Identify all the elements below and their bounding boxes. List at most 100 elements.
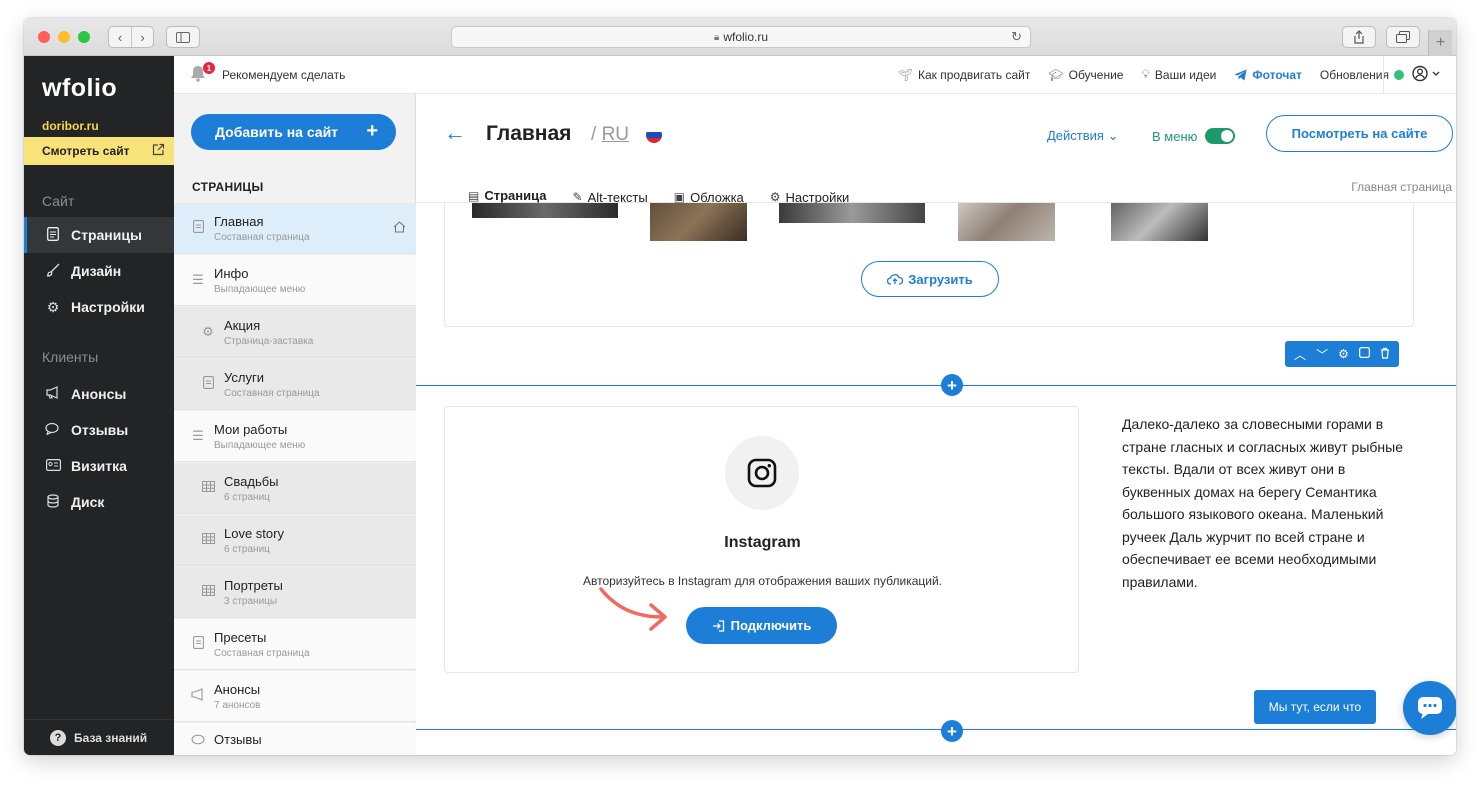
gallery-thumbnail[interactable] [958, 203, 1055, 241]
gallery-thumbnail[interactable] [1111, 203, 1208, 241]
page-item-presets[interactable]: Пресеты Составная страница [174, 619, 416, 670]
promote-link[interactable]: 🌱︎ Как продвигать сайт [898, 68, 1031, 82]
block-toolbar: ︿ ﹀ ⚙︎ [1285, 341, 1399, 367]
page-type-label: Главная страница [1351, 180, 1452, 194]
page-item-my-works[interactable]: ☰ Мои работы Выпадающее меню [174, 411, 416, 462]
address-bar[interactable]: 🔒︎ wfolio.ru ↻ [451, 26, 1031, 48]
divider [1383, 56, 1384, 94]
page-item-subtitle: Страница-заставка [224, 336, 314, 347]
page-item-subtitle: 3 страницы [224, 596, 278, 607]
chevron-up-icon[interactable]: ︿ [1294, 346, 1306, 363]
language-switcher[interactable]: / RU [591, 124, 629, 146]
tab-overview-button[interactable] [1386, 26, 1420, 48]
site-domain[interactable]: doribor.ru [42, 119, 99, 133]
chat-button[interactable] [1403, 681, 1456, 735]
top-links: 🌱︎ Как продвигать сайт 🎓︎ Обучение 💡︎ Ваши … [898, 67, 1404, 82]
forward-arrow-icon[interactable]: › [131, 27, 153, 47]
gear-icon[interactable]: ⚙︎ [1338, 347, 1349, 361]
page-item-subtitle: 6 страниц [224, 492, 270, 503]
gear-icon: ⚙︎ [769, 190, 781, 204]
toggle-switch[interactable] [1205, 128, 1236, 144]
view-site-button[interactable]: Смотреть сайт [24, 137, 174, 165]
back-arrow-icon[interactable]: ‹ [109, 27, 131, 47]
minimize-window-button[interactable] [58, 31, 70, 43]
gallery-thumbnail[interactable] [472, 203, 618, 218]
image-icon: ▣ [673, 190, 686, 204]
sidebar-item-pages[interactable]: Страницы [24, 217, 174, 253]
gear-icon: ⚙︎ [202, 324, 214, 339]
gallery-thumbnail[interactable] [779, 203, 925, 223]
main-sidebar: wfolio doribor.ru Смотреть сайт Сайт Стр… [24, 56, 174, 755]
browser-titlebar: ‹ › 🔒︎ wfolio.ru ↻ + [24, 18, 1456, 56]
page-item-home[interactable]: Главная Составная страница [174, 203, 416, 254]
share-button[interactable] [1342, 26, 1376, 48]
sprout-icon: 🌱︎ [897, 67, 913, 82]
instagram-title: Instagram [724, 534, 801, 551]
sidebar-item-design[interactable]: Дизайн [24, 253, 174, 289]
url-text: wfolio.ru [723, 30, 768, 44]
ideas-link[interactable]: 💡︎ Ваши идеи [1141, 67, 1216, 82]
add-block-button[interactable]: + [941, 374, 963, 396]
view-on-site-button[interactable]: Посмотреть на сайте [1266, 115, 1453, 152]
russia-flag-icon [646, 127, 662, 143]
page-item-services[interactable]: Услуги Составная страница [174, 359, 416, 410]
learning-link[interactable]: 🎓︎ Обучение [1048, 68, 1123, 82]
copy-icon[interactable] [1358, 346, 1370, 361]
menu-icon: ☰ [192, 272, 204, 287]
close-window-button[interactable] [38, 31, 50, 43]
connect-button[interactable]: Подключить [686, 607, 837, 644]
sidebar-item-settings[interactable]: ⚙︎ Настройки [24, 289, 174, 325]
chat-bubbles-icon [44, 422, 62, 438]
add-block-button[interactable]: + [941, 720, 963, 742]
gear-icon: ⚙︎ [46, 298, 60, 315]
sidebar-item-label: Визитка [71, 458, 127, 474]
help-tooltip[interactable]: Мы тут, если что [1254, 690, 1376, 724]
photochat-link[interactable]: Фоточат [1234, 68, 1302, 82]
document-icon: ▤ [468, 188, 480, 203]
graduation-cap-icon: 🎓︎ [1048, 67, 1064, 82]
document-icon [200, 376, 216, 392]
page-item-love-story[interactable]: Love story 6 страниц [174, 515, 416, 566]
page-item-info[interactable]: ☰ Инфо Выпадающее меню [174, 255, 416, 306]
page-item-portraits[interactable]: Портреты 3 страницы [174, 567, 416, 618]
chat-icon [1418, 697, 1442, 719]
login-icon [712, 619, 724, 632]
sidebar-item-disk[interactable]: Диск [24, 484, 174, 520]
page-item-subtitle: Выпадающее меню [214, 440, 306, 451]
reload-icon[interactable]: ↻ [1011, 29, 1022, 45]
text-block[interactable]: Далеко-далеко за словесными горами в стр… [1122, 413, 1412, 593]
lang-separator: / [591, 124, 597, 145]
actions-dropdown[interactable]: Действия ⌄ [1047, 128, 1119, 144]
new-tab-button[interactable]: + [1428, 30, 1452, 56]
trash-icon[interactable] [1380, 347, 1390, 362]
upload-button[interactable]: Загрузить [861, 261, 999, 297]
in-menu-toggle[interactable]: В меню [1152, 128, 1236, 144]
recommend-link[interactable]: Рекомендуем сделать [222, 68, 345, 82]
sidebar-item-reviews[interactable]: Отзывы [24, 412, 174, 448]
page-item-name: Пресеты [214, 630, 267, 645]
menu-icon: ☰ [192, 428, 204, 443]
page-item-reviews[interactable]: Отзывы [174, 723, 416, 755]
chevron-down-icon[interactable]: ﹀ [1316, 346, 1328, 363]
sidebar-item-announcements[interactable]: Анонсы [24, 376, 174, 412]
back-arrow-icon[interactable]: ← [444, 120, 466, 146]
user-menu[interactable] [1412, 65, 1442, 86]
knowledge-base-label: База знаний [74, 730, 148, 745]
zoom-window-button[interactable] [78, 31, 90, 43]
add-to-site-button[interactable]: Добавить на сайт + [191, 114, 396, 150]
knowledge-base-link[interactable]: ? База знаний [24, 719, 174, 755]
page-item-announcements[interactable]: Анонсы 7 анонсов [174, 671, 416, 722]
history-buttons: ‹ › [108, 26, 154, 48]
page-item-promo[interactable]: ⚙︎ Акция Страница-заставка [174, 307, 416, 358]
document-icon [44, 226, 62, 244]
instagram-block: Instagram Авторизуйтесь в Instagram для … [444, 406, 1079, 673]
page-title: Главная [486, 122, 572, 145]
gallery-thumbnail[interactable] [650, 203, 747, 241]
updates-link[interactable]: Обновления [1320, 68, 1404, 82]
sidebar-item-business-card[interactable]: Визитка [24, 448, 174, 484]
id-card-icon [44, 458, 62, 474]
gallery-block: Загрузить [444, 203, 1414, 327]
sidebar-toggle-button[interactable] [166, 26, 200, 48]
logo[interactable]: wfolio [42, 74, 117, 103]
page-item-weddings[interactable]: Свадьбы 6 страниц [174, 463, 416, 514]
